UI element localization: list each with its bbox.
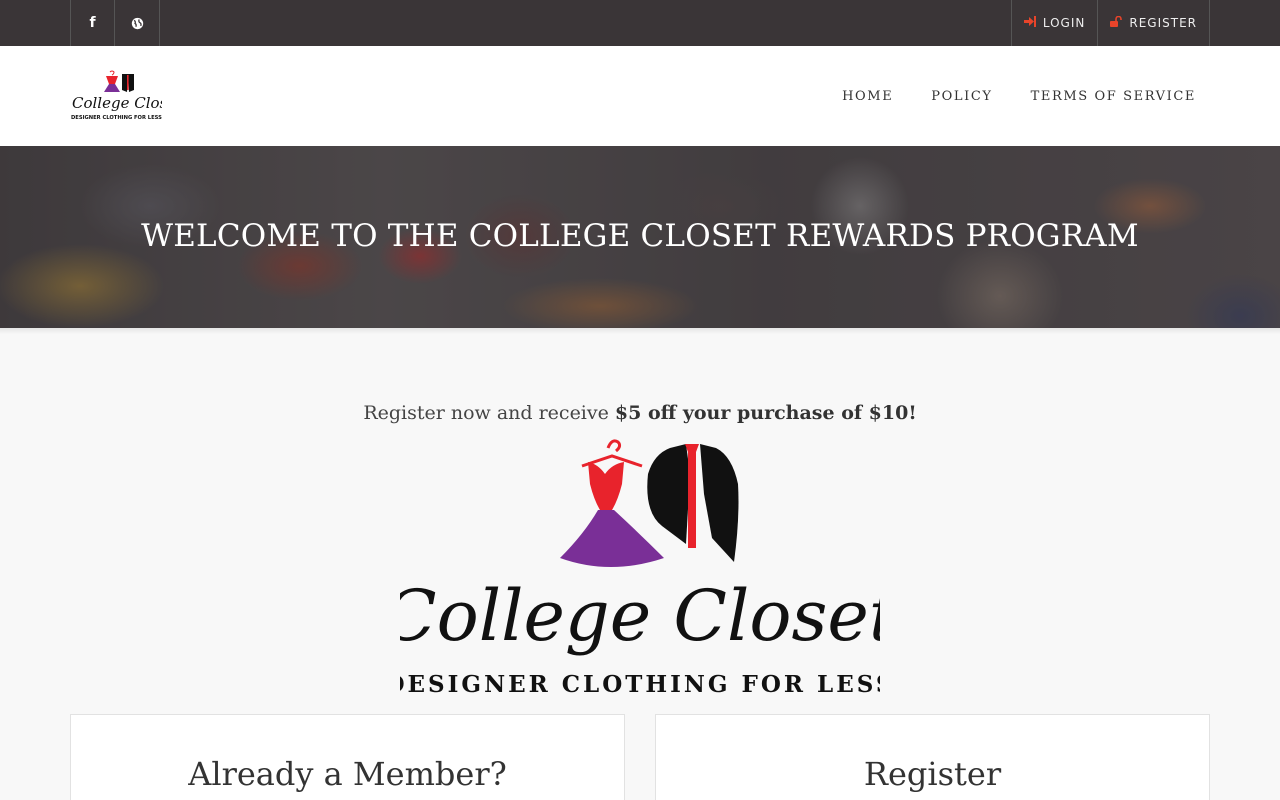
hero-banner: WELCOME TO THE COLLEGE CLOSET REWARDS PR…	[0, 146, 1280, 328]
account-links: LOGIN REGISTER	[1010, 0, 1210, 46]
member-card-title: Already a Member?	[188, 755, 507, 793]
hero-divider	[0, 328, 1280, 334]
globe-icon[interactable]	[114, 0, 160, 46]
register-link[interactable]: REGISTER	[1097, 0, 1210, 46]
nav-policy[interactable]: POLICY	[931, 89, 992, 104]
login-link[interactable]: LOGIN	[1010, 0, 1098, 46]
sign-in-icon	[1023, 16, 1036, 30]
register-card: Register	[655, 714, 1210, 800]
site-logo[interactable]: College Closet DESIGNER CLOTHING FOR LES…	[70, 70, 162, 122]
logo-script-text: College Closet	[400, 575, 880, 657]
unlock-icon	[1110, 15, 1123, 30]
register-label: REGISTER	[1129, 16, 1197, 30]
college-closet-logo: College Closet DESIGNER CLOTHING FOR LES…	[400, 439, 880, 698]
login-label: LOGIN	[1042, 16, 1086, 30]
top-bar: f LOGIN REGISTER	[0, 0, 1280, 46]
social-links: f	[70, 0, 160, 46]
member-login-card: Already a Member?	[70, 714, 625, 800]
main-nav: HOME POLICY TERMS OF SERVICE	[804, 46, 1196, 146]
nav-terms-of-service[interactable]: TERMS OF SERVICE	[1031, 89, 1196, 104]
nav-home[interactable]: HOME	[842, 89, 893, 104]
promo-offer: $5 off your purchase of $10!	[614, 402, 917, 424]
promo-text: Register now and receive $5 off your pur…	[0, 402, 1280, 424]
logo-tagline: DESIGNER CLOTHING FOR LESS	[400, 671, 880, 698]
svg-text:College Closet: College Closet	[72, 94, 162, 112]
facebook-icon[interactable]: f	[70, 0, 114, 46]
globe-icon-graphic	[131, 17, 143, 29]
site-header: College Closet DESIGNER CLOTHING FOR LES…	[0, 46, 1280, 146]
hero-title: WELCOME TO THE COLLEGE CLOSET REWARDS PR…	[141, 218, 1139, 254]
svg-text:DESIGNER CLOTHING FOR LESS: DESIGNER CLOTHING FOR LESS	[71, 115, 162, 121]
promo-lead: Register now and receive	[363, 402, 615, 424]
register-card-title: Register	[863, 755, 1002, 793]
